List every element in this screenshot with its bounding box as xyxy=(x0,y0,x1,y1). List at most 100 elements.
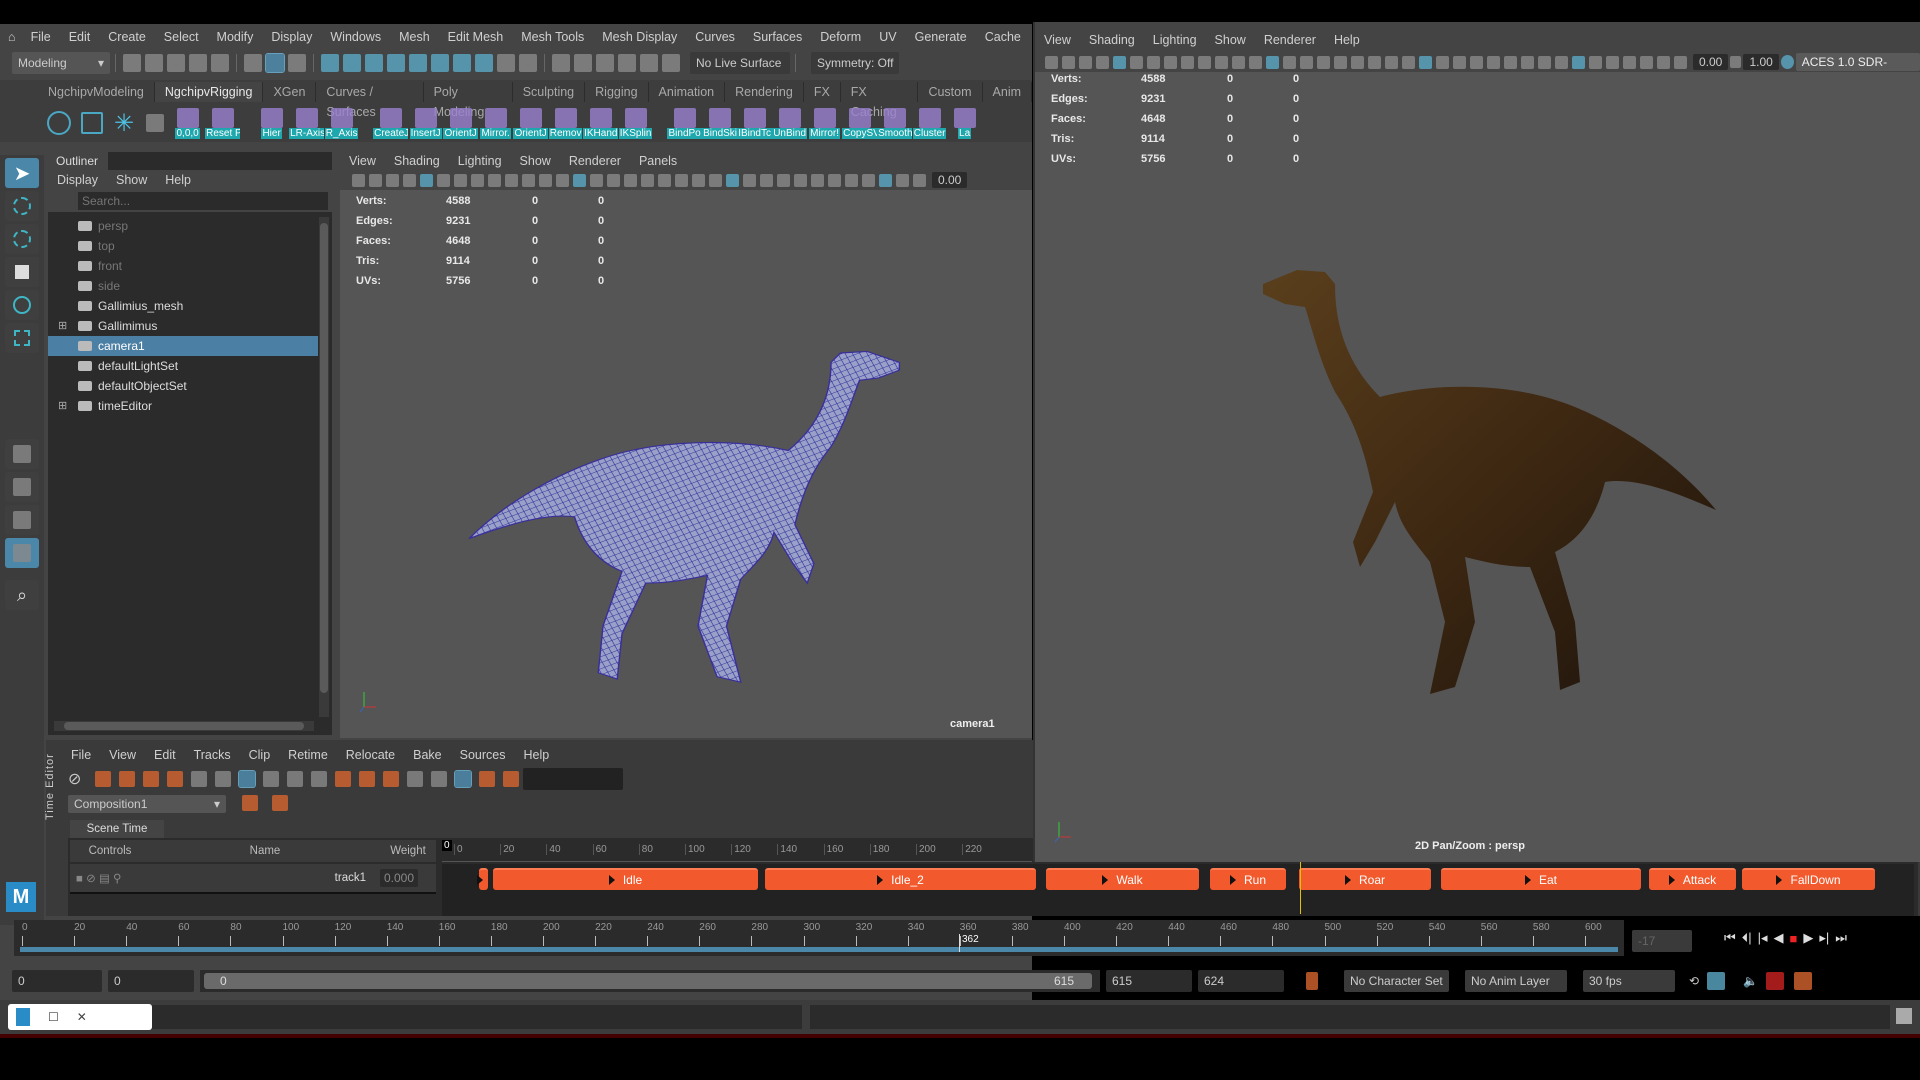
mute-icon[interactable]: ⊘ xyxy=(68,769,81,789)
step-forward-icon[interactable]: ▸| xyxy=(1819,930,1829,946)
square-icon[interactable] xyxy=(81,112,103,134)
outliner-item[interactable]: camera1 xyxy=(48,336,318,356)
shelf-button[interactable]: Hier xyxy=(254,107,289,139)
outliner-hscrollbar[interactable] xyxy=(54,721,314,731)
clip-idle-2[interactable]: Idle_2 xyxy=(765,868,1036,890)
fps-dropdown[interactable]: 30 fps xyxy=(1583,970,1675,992)
menu-edit-mesh[interactable]: Edit Mesh xyxy=(439,30,513,44)
two-view-button[interactable] xyxy=(5,505,39,535)
time-editor-menu-sources[interactable]: Sources xyxy=(451,748,515,762)
outliner-item[interactable]: front xyxy=(48,256,318,276)
outliner-item[interactable]: side xyxy=(48,276,318,296)
shelf-tab-animation[interactable]: Animation xyxy=(649,82,726,102)
star-icon[interactable]: ✳ xyxy=(114,109,134,138)
search-button[interactable]: ⌕ xyxy=(5,580,39,610)
shelf-button[interactable]: BindPo xyxy=(667,107,702,139)
menu-surfaces[interactable]: Surfaces xyxy=(744,30,811,44)
shelf-tab-anim[interactable]: Anim xyxy=(983,82,1033,102)
end-time-field[interactable]: 624 xyxy=(1198,970,1284,992)
start-time-field[interactable]: 0 xyxy=(12,970,102,992)
select-component-icon[interactable] xyxy=(288,54,306,72)
anim-layer-dropdown[interactable]: No Anim Layer xyxy=(1465,970,1567,992)
circle-icon[interactable] xyxy=(47,111,71,135)
current-frame-field[interactable]: -17 xyxy=(1632,930,1692,952)
outliner-item[interactable]: top xyxy=(48,236,318,256)
menu-edit[interactable]: Edit xyxy=(60,30,100,44)
time-editor-tool-icon-12[interactable] xyxy=(383,771,400,787)
composition-dropdown[interactable]: Composition1 ▾ xyxy=(68,795,226,813)
shelf-button[interactable]: Mirror. xyxy=(478,107,513,139)
stop-icon[interactable]: ■ xyxy=(1790,931,1798,946)
range-slider[interactable]: 0 615 xyxy=(200,970,1100,992)
shelf-tab-rendering[interactable]: Rendering xyxy=(725,82,804,102)
outliner-item[interactable]: ⊞ timeEditor xyxy=(48,396,318,416)
shelf-button[interactable]: Mirror! xyxy=(807,107,842,139)
menu-mesh-tools[interactable]: Mesh Tools xyxy=(512,30,593,44)
go-to-end-icon[interactable]: ⏭ xyxy=(1835,930,1847,946)
outliner-search-input[interactable] xyxy=(78,192,328,210)
shelf-tab-custom[interactable]: Custom xyxy=(918,82,983,102)
four-view-button[interactable] xyxy=(5,472,39,502)
playback-start-field[interactable]: 0 xyxy=(108,970,194,992)
select-lock-icon[interactable] xyxy=(519,54,537,72)
time-editor-menu-clip[interactable]: Clip xyxy=(240,748,280,762)
shelf-button[interactable]: OrientJ xyxy=(443,107,478,139)
loop-icon[interactable]: ⟲ xyxy=(1689,974,1699,988)
time-editor-tool-icon-5[interactable] xyxy=(215,771,232,787)
time-editor-tool-icon-13[interactable] xyxy=(407,771,424,787)
menu-file[interactable]: File xyxy=(22,30,60,44)
help-icon[interactable] xyxy=(475,54,493,72)
shelf-button[interactable]: La xyxy=(947,107,982,139)
step-back-icon[interactable]: ⏴| xyxy=(1742,930,1752,946)
run-icon[interactable] xyxy=(1794,972,1813,990)
time-editor-tool-icon-7[interactable] xyxy=(263,771,280,787)
shelf-button[interactable]: IBindTc xyxy=(737,107,772,139)
play-forwards-icon[interactable]: ▶ xyxy=(1803,930,1813,946)
select-tool[interactable]: ➤ xyxy=(5,158,39,188)
menu-deform[interactable]: Deform xyxy=(811,30,870,44)
lasso6-icon[interactable] xyxy=(662,54,680,72)
new-scene-icon[interactable] xyxy=(123,54,141,72)
lasso-icon[interactable] xyxy=(552,54,570,72)
shelf-button[interactable]: Remov xyxy=(548,107,583,139)
track-controls[interactable]: ■ ⊘ ▤ ⚲ xyxy=(70,871,150,885)
snap-surface-icon[interactable] xyxy=(409,54,427,72)
outliner-menu-help[interactable]: Help xyxy=(156,173,200,187)
time-editor-tool-icon-14[interactable] xyxy=(431,771,448,787)
playback-end-field[interactable]: 615 xyxy=(1106,970,1192,992)
menu-mesh-display[interactable]: Mesh Display xyxy=(593,30,686,44)
restore-icon[interactable]: ☐ xyxy=(48,1010,59,1024)
lasso5-icon[interactable] xyxy=(640,54,658,72)
auto-key-icon[interactable] xyxy=(1306,972,1318,990)
time-editor-tool-icon-10[interactable] xyxy=(335,771,352,787)
menu-display[interactable]: Display xyxy=(262,30,321,44)
viewport-camera1[interactable]: View Shading Lighting Show Renderer Panels 0.… xyxy=(340,152,1032,738)
lasso4-icon[interactable] xyxy=(618,54,636,72)
shelf-tab-ngchipvmodeling[interactable]: NgchipvModeling xyxy=(38,82,155,102)
time-editor-tool-icon-1[interactable] xyxy=(119,771,136,787)
time-editor-tool-icon-11[interactable] xyxy=(359,771,376,787)
move-tool[interactable] xyxy=(5,257,39,287)
symmetry-dropdown[interactable]: Symmetry: Off xyxy=(811,52,900,74)
shelf-button[interactable]: OrientJ xyxy=(513,107,548,139)
time-editor-menu-edit[interactable]: Edit xyxy=(145,748,185,762)
tab-scene-time[interactable]: Scene Time xyxy=(70,820,164,838)
shelf-button[interactable]: InsertJ xyxy=(408,107,443,139)
redo-icon[interactable] xyxy=(211,54,229,72)
time-editor-menu-file[interactable]: File xyxy=(62,748,100,762)
time-slider[interactable]: 362 0 20 40 60 80 100 120 140 160 180 200 220 240 260… xyxy=(14,920,1624,956)
shelf-button[interactable]: CopySV xyxy=(842,107,878,139)
shelf-button[interactable]: R_Axis xyxy=(324,107,359,139)
track-name[interactable]: track1 xyxy=(150,872,374,884)
time-editor-tool-icon-15[interactable] xyxy=(454,770,473,788)
outliner-layout-button[interactable] xyxy=(5,538,39,568)
step-back-key-icon[interactable]: |◂ xyxy=(1758,930,1768,946)
play-backwards-icon[interactable]: ◀ xyxy=(1774,930,1784,946)
select-hierarchy-icon[interactable] xyxy=(244,54,262,72)
time-editor-tool-icon-6[interactable] xyxy=(238,770,257,788)
outliner-tab[interactable]: Outliner xyxy=(48,152,108,170)
time-editor-menu-view[interactable]: View xyxy=(100,748,145,762)
snap-point-icon[interactable] xyxy=(365,54,383,72)
close-icon[interactable]: ✕ xyxy=(77,1010,87,1024)
menu-curves[interactable]: Curves xyxy=(686,30,744,44)
